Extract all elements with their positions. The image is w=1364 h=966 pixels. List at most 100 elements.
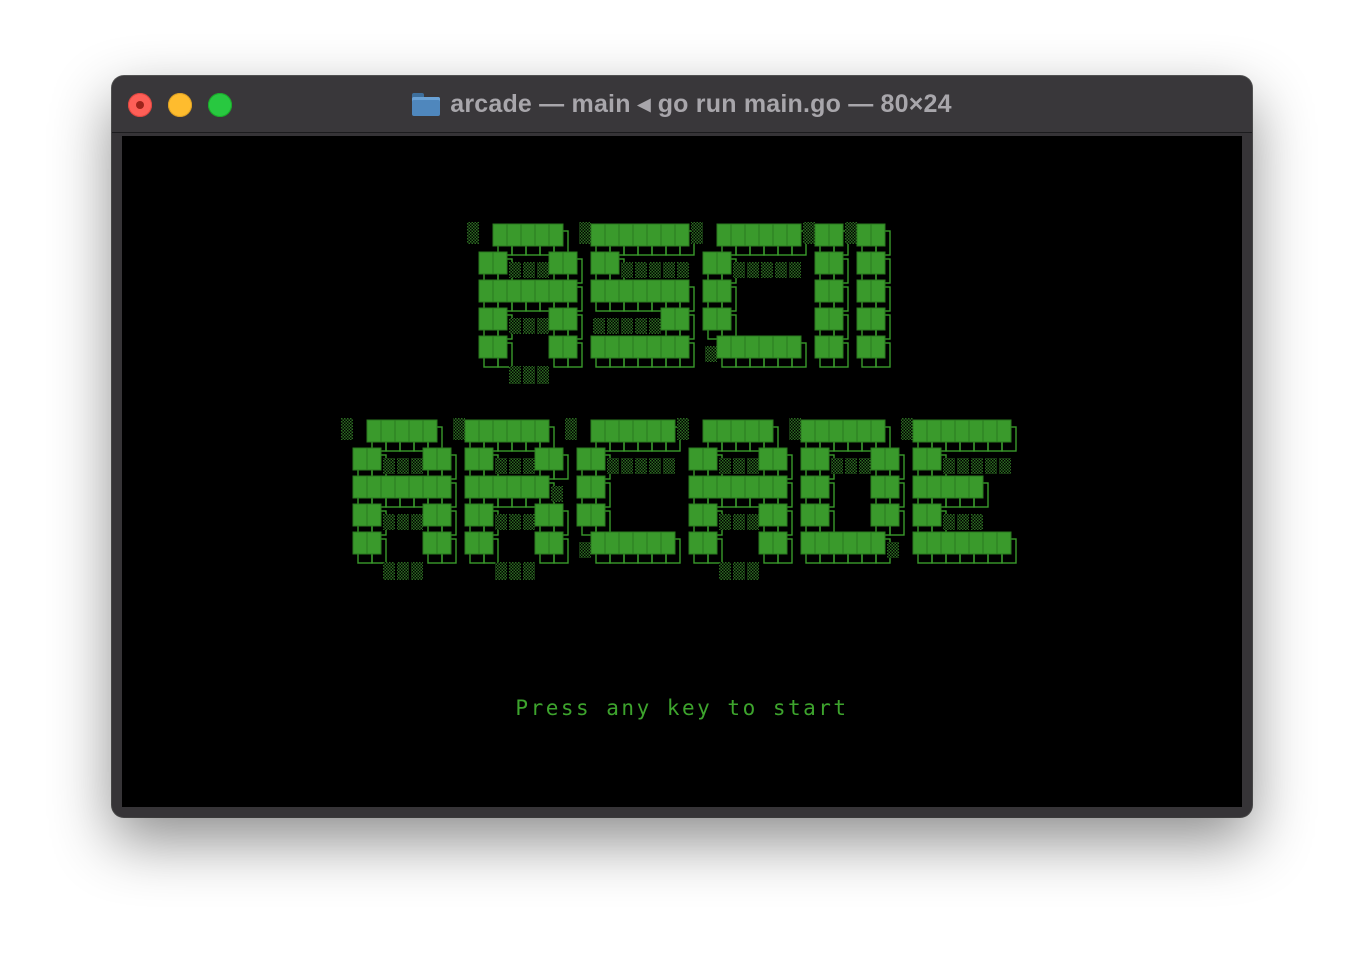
- ascii-letter-i: [845, 222, 891, 368]
- ascii-block-cell: [702, 279, 718, 303]
- ascii-block-cell: [702, 447, 718, 471]
- ascii-dither-cell: [411, 514, 423, 530]
- ascii-block-cell: [870, 503, 886, 527]
- ascii-dither-cell: [859, 458, 871, 474]
- ascii-block-cell: [758, 223, 774, 247]
- ascii-block-cell: [716, 419, 732, 443]
- ascii-block-cell: [492, 307, 508, 331]
- ascii-block-cell: [814, 503, 830, 527]
- ascii-block-cell: [814, 307, 830, 331]
- ascii-block-cell: [870, 307, 886, 331]
- ascii-block-cell: [590, 251, 606, 275]
- ascii-block-cell: [912, 419, 928, 443]
- ascii-dither-cell: [691, 222, 703, 244]
- ascii-block-cell: [464, 503, 480, 527]
- ascii-block-cell: [688, 531, 704, 555]
- ascii-block-cell: [926, 531, 942, 555]
- ascii-dither-cell: [901, 418, 913, 440]
- ascii-block-cell: [366, 419, 382, 443]
- ascii-block-cell: [436, 475, 452, 499]
- ascii-block-cell: [660, 531, 676, 555]
- ascii-block-cell: [492, 419, 508, 443]
- ascii-block-cell: [436, 503, 452, 527]
- ascii-letter-c: [691, 222, 807, 368]
- ascii-block-cell: [562, 279, 578, 303]
- ascii-block-cell: [814, 531, 830, 555]
- ascii-block-cell: [814, 251, 830, 275]
- ascii-block-cell: [912, 531, 928, 555]
- ascii-block-cell: [534, 279, 550, 303]
- ascii-block-cell: [520, 419, 536, 443]
- ascii-block-cell: [366, 447, 382, 471]
- ascii-block-cell: [478, 335, 494, 359]
- ascii-dither-cell: [523, 458, 535, 474]
- ascii-block-cell: [870, 419, 886, 443]
- ascii-block-cell: [352, 503, 368, 527]
- ascii-block-cell: [352, 447, 368, 471]
- ascii-block-cell: [772, 475, 788, 499]
- ascii-block-cell: [422, 503, 438, 527]
- ascii-letter-r: [453, 418, 569, 580]
- ascii-block-cell: [828, 307, 844, 331]
- terminal-content[interactable]: Press any key to start: [122, 136, 1242, 807]
- ascii-block-cell: [982, 531, 998, 555]
- ascii-block-cell: [660, 335, 676, 359]
- window-title: arcade — main ◂ go run main.go — 80×24: [450, 90, 952, 118]
- ascii-block-cell: [478, 447, 494, 471]
- ascii-block-cell: [352, 531, 368, 555]
- ascii-block-cell: [646, 335, 662, 359]
- ascii-block-cell: [422, 531, 438, 555]
- ascii-block-cell: [926, 419, 942, 443]
- ascii-block-cell: [590, 447, 606, 471]
- folder-icon-body: [412, 97, 441, 116]
- ascii-dither-cell: [411, 458, 423, 474]
- press-any-key-prompt: Press any key to start: [515, 696, 849, 720]
- ascii-letter-a: [467, 222, 583, 384]
- ascii-block-cell: [548, 503, 564, 527]
- ascii-block-cell: [926, 447, 942, 471]
- ascii-block-cell: [520, 223, 536, 247]
- ascii-dither-cell: [383, 562, 395, 580]
- ascii-dither-cell: [523, 318, 535, 334]
- ascii-dither-cell: [761, 262, 773, 278]
- ascii-dither-cell: [649, 262, 661, 278]
- ascii-block-cell: [744, 475, 760, 499]
- ascii-block-cell: [758, 447, 774, 471]
- ascii-block-cell: [870, 447, 886, 471]
- ascii-block-cell: [828, 279, 844, 303]
- ascii-block-cell: [814, 223, 830, 247]
- ascii-block-cell: [632, 419, 648, 443]
- ascii-dither-cell: [579, 222, 591, 244]
- ascii-block-cell: [716, 251, 732, 275]
- terminal-window: arcade — main ◂ go run main.go — 80×24 P…: [112, 76, 1252, 817]
- ascii-dither-cell: [495, 562, 507, 580]
- ascii-block-cell: [716, 279, 732, 303]
- ascii-block-cell: [464, 447, 480, 471]
- ascii-block-cell: [520, 279, 536, 303]
- ascii-block-cell: [702, 251, 718, 275]
- ascii-letter-a: [677, 418, 793, 580]
- ascii-block-cell: [464, 419, 480, 443]
- ascii-block-cell: [492, 223, 508, 247]
- ascii-block-cell: [478, 251, 494, 275]
- ascii-dither-cell: [831, 458, 843, 474]
- title-bar[interactable]: arcade — main ◂ go run main.go — 80×24: [112, 76, 1252, 133]
- ascii-letter-i: [803, 222, 849, 368]
- ascii-block-cell: [786, 335, 802, 359]
- ascii-block-cell: [730, 419, 746, 443]
- ascii-block-cell: [996, 419, 1012, 443]
- ascii-dither-cell: [509, 514, 521, 530]
- ascii-block-cell: [772, 223, 788, 247]
- ascii-block-cell: [590, 503, 606, 527]
- ascii-block-cell: [422, 419, 438, 443]
- ascii-block-cell: [842, 419, 858, 443]
- ascii-block-cell: [828, 531, 844, 555]
- ascii-dither-cell: [621, 318, 633, 334]
- ascii-block-cell: [772, 447, 788, 471]
- ascii-block-cell: [716, 223, 732, 247]
- ascii-block-cell: [702, 503, 718, 527]
- ascii-block-cell: [618, 531, 634, 555]
- ascii-block-cell: [646, 279, 662, 303]
- ascii-block-cell: [954, 531, 970, 555]
- ascii-block-cell: [828, 419, 844, 443]
